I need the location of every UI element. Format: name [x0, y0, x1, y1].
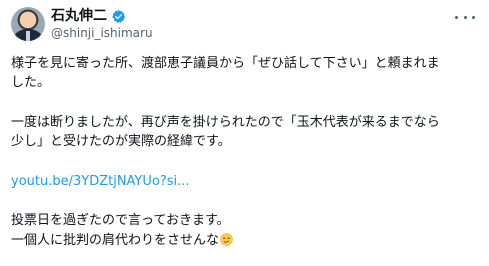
- more-dot: [455, 15, 458, 19]
- tweet-text-line: 投票日を過ぎたので言っておきます。: [11, 213, 230, 228]
- avatar[interactable]: [11, 7, 45, 41]
- tweet-card: 石丸伸二 @shinji_ishimaru 様子を見に寄った所、渡部恵子議員から…: [0, 0, 489, 266]
- tweet-text-line: 様子を見に寄った所、渡部恵子議員から「ぜひ話して下さい」と頼まれま: [11, 56, 440, 71]
- verified-badge-icon: [112, 9, 126, 23]
- tweet-text-line: 一度は断りましたが、再び声を掛けられたので「玉木代表が来るまでなら: [11, 115, 440, 130]
- tweet-link[interactable]: youtu.be/3YDZtjNAYUo?si...: [11, 172, 190, 191]
- more-options-icon[interactable]: [455, 10, 475, 24]
- author-name-row: 石丸伸二: [51, 7, 126, 25]
- tweet-text-line: 少し」と受けたのが実際の経緯です。: [11, 134, 231, 149]
- author-handle[interactable]: @shinji_ishimaru: [51, 25, 153, 41]
- avatar-tie: [26, 31, 30, 41]
- tweet-text-line-last: 一個人に批判の肩代わりをさせんな: [11, 231, 233, 250]
- smirking-face-emoji-icon: [220, 233, 233, 246]
- more-dot: [463, 15, 467, 19]
- author-display-name[interactable]: 石丸伸二: [51, 7, 107, 25]
- more-dot: [472, 15, 475, 19]
- tweet-text-line: した。: [11, 75, 51, 90]
- tweet-text: 一個人に批判の肩代わりをさせんな: [11, 233, 220, 248]
